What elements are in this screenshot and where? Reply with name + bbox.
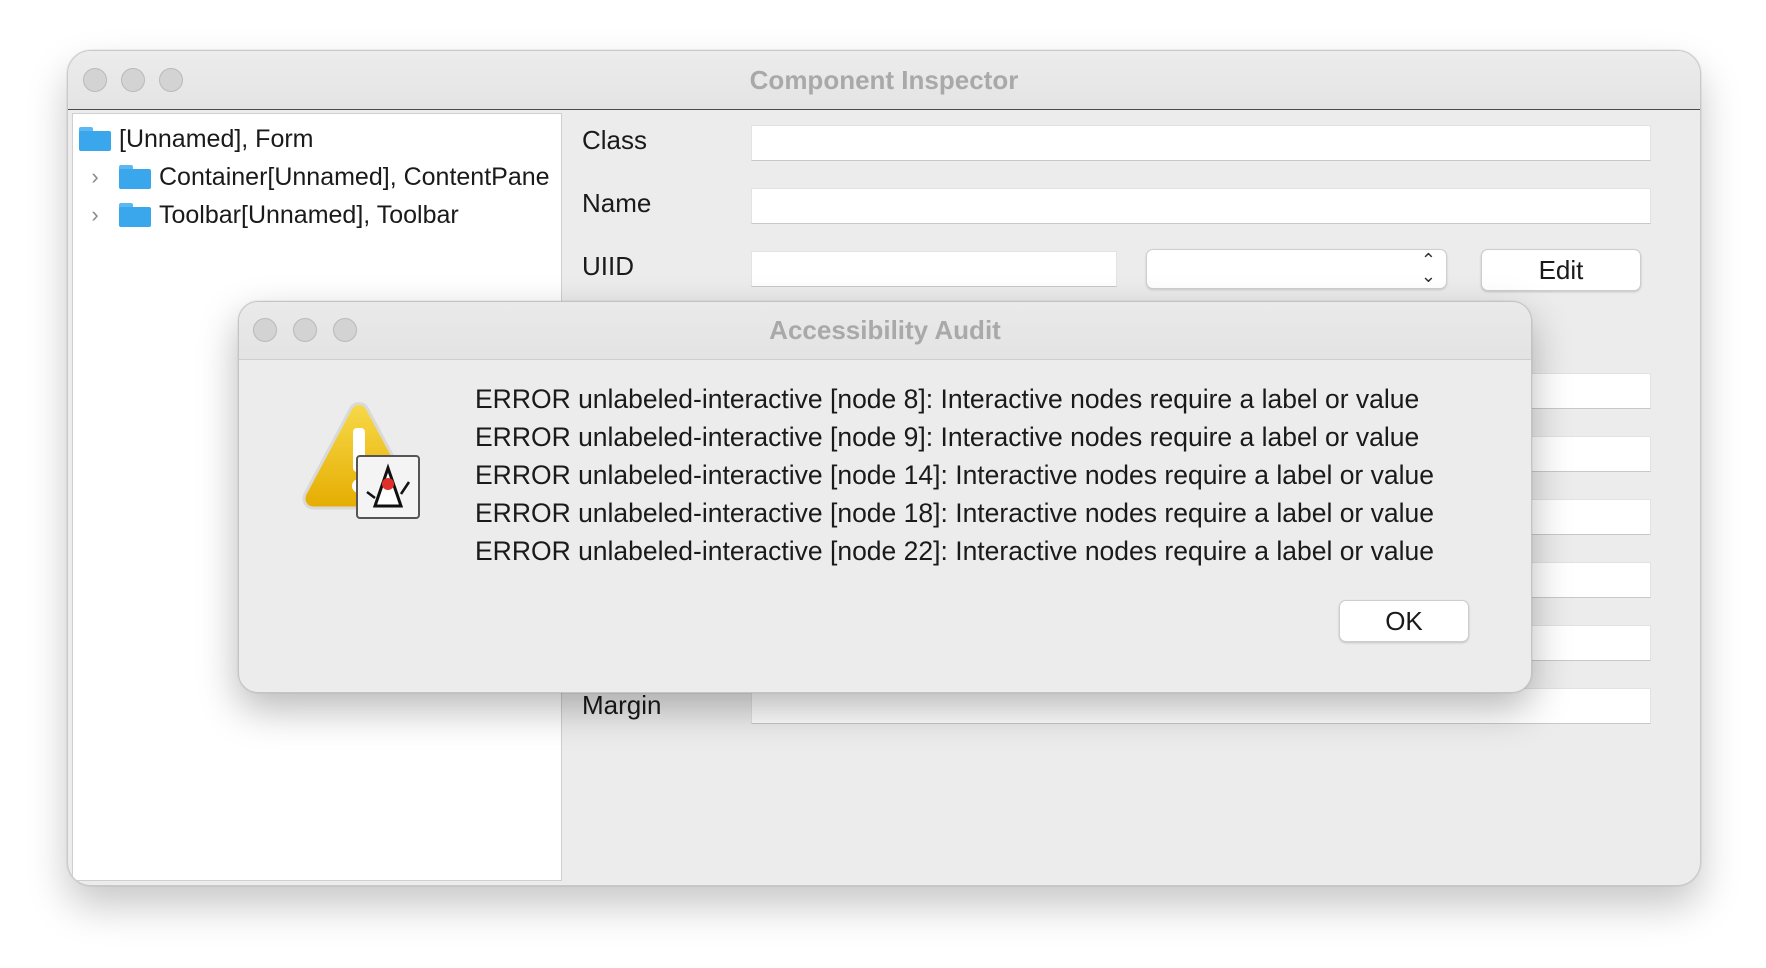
chevron-right-icon[interactable]: › xyxy=(85,202,105,228)
folder-icon xyxy=(119,203,151,227)
tree-node-content-pane[interactable]: › Container[Unnamed], ContentPane xyxy=(85,159,550,195)
class-label: Class xyxy=(582,125,648,155)
ok-button[interactable]: OK xyxy=(1339,600,1469,642)
edit-button[interactable]: Edit xyxy=(1481,249,1641,291)
folder-icon xyxy=(119,165,151,189)
uiid-field[interactable] xyxy=(751,251,1117,287)
chevron-right-icon[interactable]: › xyxy=(85,164,105,190)
margin-field[interactable] xyxy=(751,688,1651,724)
warning-java-icon xyxy=(302,402,420,519)
tree-node-label: Toolbar[Unnamed], Toolbar xyxy=(159,200,459,229)
select-arrows-icon: ⌃ ⌄ xyxy=(1420,250,1436,286)
uiid-select[interactable]: ⌃ ⌄ xyxy=(1146,249,1447,289)
audit-message: ERROR unlabeled-interactive [node 14]: I… xyxy=(475,460,1434,490)
class-field[interactable] xyxy=(751,125,1651,161)
tree-node-form[interactable]: [Unnamed], Form xyxy=(79,121,314,157)
accessibility-audit-dialog: Accessibility Audit ERROR unlabeled-inte… xyxy=(238,301,1532,693)
name-label: Name xyxy=(582,188,652,218)
name-field[interactable] xyxy=(751,188,1651,224)
window-title: Component Inspector xyxy=(749,65,1019,95)
audit-message: ERROR unlabeled-interactive [node 9]: In… xyxy=(475,422,1420,452)
folder-icon xyxy=(79,127,111,151)
dialog-title: Accessibility Audit xyxy=(769,315,1001,345)
audit-message: ERROR unlabeled-interactive [node 22]: I… xyxy=(475,536,1434,566)
uiid-label: UIID xyxy=(582,251,634,281)
desktop: Component Inspector [Unnamed], Form › Co… xyxy=(0,0,1766,968)
window-titlebar[interactable]: Component Inspector xyxy=(68,51,1700,110)
tree-node-label: [Unnamed], Form xyxy=(119,124,314,153)
dialog-titlebar[interactable]: Accessibility Audit xyxy=(239,302,1531,360)
audit-messages: ERROR unlabeled-interactive [node 8]: In… xyxy=(475,380,1434,570)
audit-message: ERROR unlabeled-interactive [node 8]: In… xyxy=(475,384,1420,414)
tree-node-label: Container[Unnamed], ContentPane xyxy=(159,162,550,191)
margin-label: Margin xyxy=(582,690,662,720)
tree-node-toolbar[interactable]: › Toolbar[Unnamed], Toolbar xyxy=(85,197,459,233)
audit-message: ERROR unlabeled-interactive [node 18]: I… xyxy=(475,498,1434,528)
